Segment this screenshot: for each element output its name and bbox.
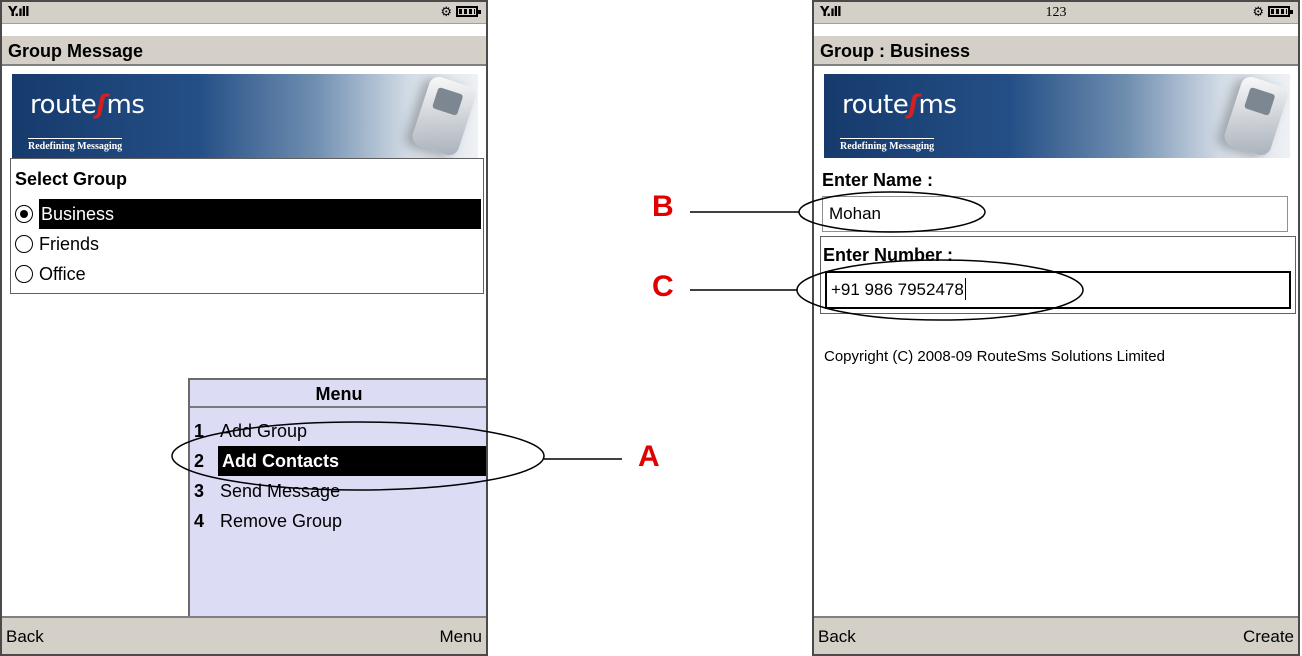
logo-mark-icon: ʃ (96, 90, 107, 120)
number-input[interactable]: +91 986 7952478 (825, 271, 1291, 309)
routesms-banner: routeʃms Redefining Messaging (824, 74, 1290, 158)
name-field-label: Enter Name : (822, 170, 934, 190)
status-icons: ⚙ (440, 5, 481, 20)
callout-label-c: C (652, 270, 674, 303)
text-caret (964, 278, 966, 300)
left-phone-screen: Y.ıll ⚙ Group Message routeʃms Redefinin… (0, 0, 488, 656)
radio-checked-icon (15, 205, 33, 223)
copyright-notice: Copyright (C) 2008-09 RouteSms Solutions… (824, 348, 1165, 365)
menu-title: Menu (190, 380, 486, 408)
number-field-box: Enter Number : +91 986 7952478 (820, 236, 1296, 314)
menu-softkey[interactable]: Menu (439, 618, 482, 654)
back-softkey[interactable]: Back (818, 618, 856, 654)
status-icons: ⚙ (1252, 5, 1293, 20)
routesms-logo: routeʃms (842, 90, 957, 120)
screen-title: Group Message (2, 36, 486, 66)
screen-title: Group : Business (814, 36, 1298, 66)
select-group-box: Select Group Business Friends Office (10, 158, 484, 294)
menu-item-add-contacts[interactable]: 2 Add Contacts (192, 446, 486, 476)
routesms-banner: routeʃms Redefining Messaging (12, 74, 478, 158)
radio-option-office[interactable]: Office (15, 259, 481, 289)
radio-option-friends[interactable]: Friends (15, 229, 481, 259)
radio-unchecked-icon (15, 265, 33, 283)
status-bar: Y.ıll ⚙ (2, 2, 486, 24)
options-menu: Menu 1 Add Group 2 Add Contacts 3 Send M… (188, 378, 486, 618)
settings-icon: ⚙ (440, 5, 452, 20)
battery-icon (456, 6, 481, 17)
settings-icon: ⚙ (1252, 5, 1264, 20)
name-input[interactable]: Mohan (822, 196, 1288, 232)
banner-tagline: Redefining Messaging (840, 138, 935, 152)
number-field-label: Enter Number : (823, 245, 954, 265)
menu-item-remove-group[interactable]: 4 Remove Group (192, 506, 486, 536)
menu-item-send-message[interactable]: 3 Send Message (192, 476, 486, 506)
back-softkey[interactable]: Back (6, 618, 44, 654)
logo-mark-icon: ʃ (908, 90, 919, 120)
right-phone-screen: Y.ıll 123 ⚙ Group : Business routeʃms Re… (812, 0, 1300, 656)
signal-strength-icon: Y.ıll (8, 5, 30, 20)
create-softkey[interactable]: Create (1243, 618, 1294, 654)
softkey-bar: Back Menu (2, 616, 486, 654)
radio-option-business[interactable]: Business (15, 199, 481, 229)
callout-label-a: A (638, 440, 660, 473)
routesms-logo: routeʃms (30, 90, 145, 120)
input-mode-indicator: 123 (1045, 5, 1067, 20)
phone-device-image (410, 74, 478, 158)
status-bar: Y.ıll 123 ⚙ (814, 2, 1298, 24)
softkey-bar: Back Create (814, 616, 1298, 654)
banner-tagline: Redefining Messaging (28, 138, 123, 152)
select-group-heading: Select Group (15, 169, 128, 189)
phone-device-image (1222, 74, 1290, 158)
menu-item-add-group[interactable]: 1 Add Group (192, 416, 486, 446)
radio-unchecked-icon (15, 235, 33, 253)
battery-icon (1268, 6, 1293, 17)
callout-label-b: B (652, 190, 674, 223)
